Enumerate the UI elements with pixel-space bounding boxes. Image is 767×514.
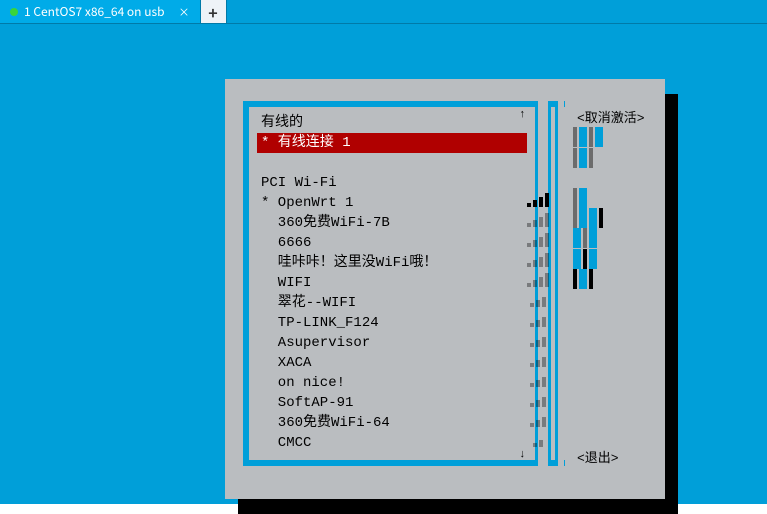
nmtui-window: 有线的 * 有线连接 1 PCI Wi-Fi * OpenWrt 1 360免费… (225, 79, 665, 499)
signal-icon (510, 347, 565, 367)
network-list-panel: 有线的 * 有线连接 1 PCI Wi-Fi * OpenWrt 1 360免费… (243, 101, 538, 466)
signal-strength-column (510, 101, 565, 466)
quit-button[interactable]: <退出> (573, 447, 655, 466)
signal-icon (510, 247, 565, 267)
glitch-stripe (573, 127, 643, 147)
list-item[interactable]: 360免费WiFi-7B (257, 213, 527, 233)
signal-icon (510, 367, 565, 387)
list-item[interactable]: 哇咔咔！这里没WiFi哦！ (257, 253, 527, 273)
list-item[interactable]: on nice! (257, 373, 527, 393)
glitch-stripe (573, 269, 643, 289)
glitch-stripe (573, 228, 643, 248)
signal-icon (510, 407, 565, 427)
glitch-stripe (573, 249, 643, 269)
list-item[interactable]: 翠花--WIFI (257, 293, 527, 313)
list-item[interactable]: Asupervisor (257, 333, 527, 353)
signal-icon (510, 387, 565, 407)
glitch-stripe (573, 208, 643, 228)
tab-label: 1 CentOS7 x86_64 on usb (24, 3, 165, 20)
signal-icon (510, 327, 565, 347)
list-item[interactable]: 6666 (257, 233, 527, 253)
list-item[interactable]: 360免费WiFi-64 (257, 413, 527, 433)
list-item[interactable]: WIFI (257, 273, 527, 293)
wired-connection-selected[interactable]: * 有线连接 1 (257, 133, 527, 153)
signal-icon (510, 307, 565, 327)
scroll-down-icon[interactable]: ↓ (519, 449, 526, 461)
signal-icon (510, 187, 565, 207)
deactivate-button[interactable]: <取消激活> (573, 107, 655, 126)
wifi-header: PCI Wi-Fi (257, 173, 527, 193)
right-button-column: <取消激活> (573, 107, 655, 126)
signal-icon (510, 227, 565, 247)
right-button-column-bottom: <退出> (573, 447, 655, 466)
list-item[interactable]: XACA (257, 353, 527, 373)
scroll-up-icon[interactable]: ↑ (519, 109, 526, 121)
list-item[interactable]: CMCC (257, 433, 527, 453)
glitch-stripe (573, 188, 643, 208)
close-icon[interactable]: × (179, 4, 190, 20)
list-item[interactable]: SoftAP-91 (257, 393, 527, 413)
spacer-row (257, 153, 527, 173)
tab-bar: 1 CentOS7 x86_64 on usb × + (0, 0, 767, 24)
signal-icon (510, 207, 565, 227)
tab-active[interactable]: 1 CentOS7 x86_64 on usb × (0, 0, 201, 23)
status-dot-icon (10, 8, 18, 16)
new-tab-button[interactable]: + (201, 0, 227, 23)
list-item[interactable]: * OpenWrt 1 (257, 193, 527, 213)
glitch-stripe (573, 148, 643, 168)
signal-icon (510, 427, 565, 447)
desktop: http://blog.csdn.net 有线的 * 有线连接 1 PCI Wi… (0, 24, 767, 504)
list-item[interactable]: TP-LINK_F124 (257, 313, 527, 333)
wired-header: 有线的 (257, 113, 527, 133)
signal-icon (510, 267, 565, 287)
signal-icon (510, 287, 565, 307)
